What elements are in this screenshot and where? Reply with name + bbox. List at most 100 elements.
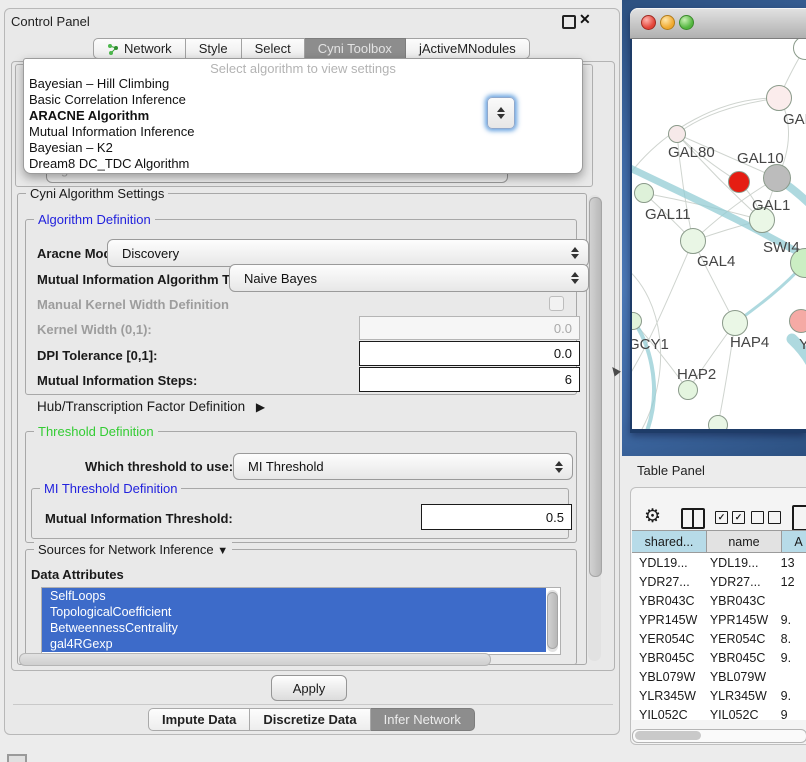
table-row[interactable]: YPR145WYPR145W9. xyxy=(632,610,806,629)
table-cell: YDL19... xyxy=(703,556,774,570)
table-cell: YBR043C xyxy=(632,594,703,608)
document-icon[interactable] xyxy=(792,505,806,531)
attributes-scrollbar-thumb[interactable] xyxy=(547,592,558,649)
column-header-1[interactable]: name xyxy=(707,530,782,553)
table-row[interactable]: YDL19...YDL19...13 xyxy=(632,553,806,572)
tab-style[interactable]: Style xyxy=(186,38,242,59)
algorithm-definition-title: Algorithm Definition xyxy=(34,212,155,227)
mi-steps-field[interactable]: 6 xyxy=(359,367,580,392)
table-hscrollbar[interactable] xyxy=(632,729,806,743)
mi-threshold-field[interactable]: 0.5 xyxy=(421,504,572,530)
data-attributes-list[interactable]: SelfLoopsTopologicalCoefficientBetweenne… xyxy=(41,587,561,655)
attribute-item-selected[interactable]: gal4RGexp xyxy=(42,636,546,652)
gear-icon[interactable]: ⚙ xyxy=(644,505,661,528)
hub-definition-expander[interactable]: Hub/Transcription Factor Definition ▶ xyxy=(37,399,265,414)
spinner-icon xyxy=(571,247,579,259)
table-row[interactable]: YBR045CYBR045C9. xyxy=(632,648,806,667)
mi-threshold-value: 0.5 xyxy=(546,510,564,525)
network-node[interactable] xyxy=(722,310,748,336)
network-node[interactable] xyxy=(668,125,686,143)
dock-grip-icon[interactable] xyxy=(7,754,27,762)
algorithm-combo-spinner[interactable] xyxy=(487,97,515,129)
settings-scrollbar-thumb[interactable] xyxy=(589,197,602,577)
attribute-item-selected[interactable]: TopologicalCoefficient xyxy=(42,604,546,620)
attribute-item-selected[interactable]: SelfLoops xyxy=(42,588,546,604)
table-row[interactable]: YBL079WYBL079W xyxy=(632,667,806,686)
tab-select[interactable]: Select xyxy=(242,38,305,59)
data-attributes-label: Data Attributes xyxy=(31,567,124,582)
table-row[interactable]: YIL052CYIL052C9 xyxy=(632,705,806,720)
table-cell: 9. xyxy=(774,651,806,665)
table-cell: YER054C xyxy=(632,632,703,646)
algorithm-option[interactable]: Bayesian – Hill Climbing xyxy=(24,76,582,92)
table-rows: YDL19...YDL19...13YDR27...YDR27...12YBR0… xyxy=(632,553,806,720)
table-panel-title: Table Panel xyxy=(637,463,705,478)
table-hscrollbar-thumb[interactable] xyxy=(635,731,701,740)
node-label: SWI4 xyxy=(763,239,800,256)
tab-cyni-toolbox[interactable]: Cyni Toolbox xyxy=(305,38,406,59)
manual-kernel-checkbox[interactable] xyxy=(549,296,564,311)
split-view-icon[interactable] xyxy=(681,508,705,529)
table-cell: 8. xyxy=(774,632,806,646)
unchecked-checkbox-icon xyxy=(768,511,781,524)
network-window[interactable]: GALGAL80GAL10GAL1GAL11SWI4GAL4GCY1HAP4YH… xyxy=(630,8,806,433)
apply-button[interactable]: Apply xyxy=(271,675,347,701)
attribute-item-selected[interactable]: BetweennessCentrality xyxy=(42,620,546,636)
table-cell: 9. xyxy=(774,689,806,703)
close-traffic-light-icon[interactable] xyxy=(641,15,656,30)
algorithm-option[interactable]: Bayesian – K2 xyxy=(24,140,582,156)
table-row[interactable]: YER054CYER054C8. xyxy=(632,629,806,648)
which-threshold-label: Which threshold to use: xyxy=(85,459,233,474)
close-icon[interactable]: ✕ xyxy=(579,11,591,28)
tab-discretize-data[interactable]: Discretize Data xyxy=(250,708,370,731)
which-threshold-combo[interactable]: MI Threshold xyxy=(233,453,573,480)
network-node[interactable] xyxy=(678,380,698,400)
dpi-tolerance-field[interactable]: 0.0 xyxy=(359,341,580,366)
hub-definition-label: Hub/Transcription Factor Definition xyxy=(37,399,245,414)
kernel-width-field[interactable]: 0.0 xyxy=(359,316,580,340)
table-row[interactable]: YDR27...YDR27...12 xyxy=(632,572,806,591)
node-label: GAL4 xyxy=(697,253,735,270)
tab-impute-data[interactable]: Impute Data xyxy=(148,708,250,731)
column-header-0[interactable]: shared... xyxy=(632,530,707,553)
node-label: GAL10 xyxy=(737,150,784,167)
network-node[interactable] xyxy=(708,415,728,433)
table-cell: YLR345W xyxy=(632,689,703,703)
spinner-icon xyxy=(571,272,579,284)
deselect-all-checks-icon[interactable] xyxy=(751,511,781,524)
node-label: GAL80 xyxy=(668,144,715,161)
mi-type-combo[interactable]: Naive Bayes xyxy=(229,264,589,292)
settings-hscrollbar[interactable] xyxy=(19,653,491,666)
algorithm-option[interactable]: Dream8 DC_TDC Algorithm xyxy=(24,156,582,172)
aracne-mode-combo[interactable]: Discovery xyxy=(107,239,589,267)
network-node[interactable] xyxy=(634,183,654,203)
network-window-titlebar[interactable] xyxy=(630,8,806,39)
mi-threshold-title: MI Threshold Definition xyxy=(40,481,181,496)
zoom-traffic-light-icon[interactable] xyxy=(679,15,694,30)
network-node[interactable] xyxy=(728,171,750,193)
network-node[interactable] xyxy=(789,309,806,333)
tab-label: Network xyxy=(124,41,172,56)
mi-threshold-label: Mutual Information Threshold: xyxy=(45,511,233,526)
apply-label: Apply xyxy=(293,681,326,696)
minimize-traffic-light-icon[interactable] xyxy=(660,15,675,30)
network-node[interactable] xyxy=(763,164,791,192)
tab-network[interactable]: Network xyxy=(93,38,186,59)
mi-type-value: Naive Bayes xyxy=(244,271,317,286)
tab-infer-network[interactable]: Infer Network xyxy=(371,708,475,731)
tab-jactivemnodules[interactable]: jActiveMNodules xyxy=(406,38,530,59)
table-cell: YBR045C xyxy=(703,651,774,665)
attributes-scrollbar[interactable] xyxy=(547,590,558,652)
select-all-checks-icon[interactable]: ✓✓ xyxy=(715,511,745,524)
sources-title-row[interactable]: Sources for Network Inference ▼ xyxy=(34,542,232,557)
network-node[interactable] xyxy=(680,228,706,254)
network-canvas[interactable]: GALGAL80GAL10GAL1GAL11SWI4GAL4GCY1HAP4YH… xyxy=(630,39,806,433)
settings-scrollbar[interactable] xyxy=(588,195,601,661)
table-row[interactable]: YBR043CYBR043C xyxy=(632,591,806,610)
table-row[interactable]: YLR345WYLR345W9. xyxy=(632,686,806,705)
table-cell: YBR043C xyxy=(703,594,774,608)
network-node[interactable] xyxy=(766,85,792,111)
unchecked-checkbox-icon xyxy=(751,511,764,524)
column-header-2[interactable]: A xyxy=(782,530,806,553)
float-window-icon[interactable] xyxy=(562,15,576,29)
